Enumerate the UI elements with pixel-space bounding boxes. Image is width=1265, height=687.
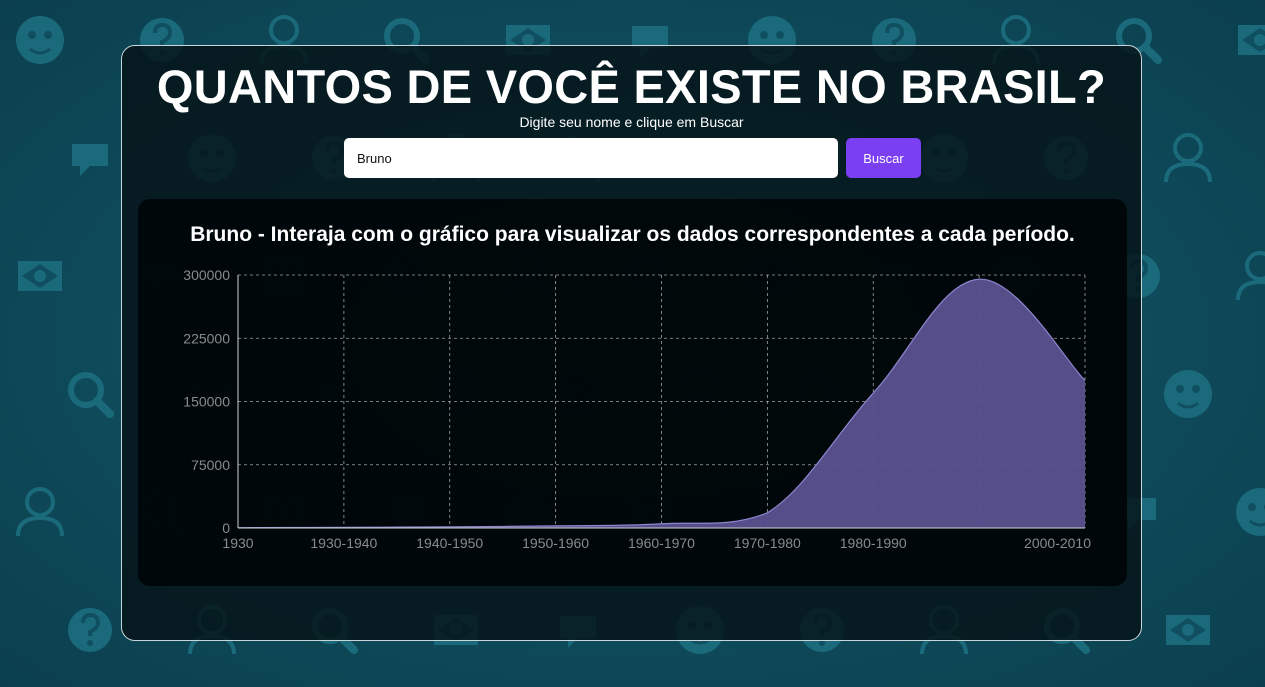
main-card: QUANTOS DE VOCÊ EXISTE NO BRASIL? Digite… [121, 45, 1142, 641]
face-icon [16, 16, 64, 64]
question-icon [68, 608, 112, 652]
x-tick-label: 1980-1990 [840, 535, 907, 551]
x-tick-label: 1970-1980 [734, 535, 801, 551]
face-icon [1236, 488, 1265, 536]
x-tick-label: 2000-2010 [1024, 535, 1091, 551]
y-tick-label: 300000 [183, 267, 230, 283]
y-tick-label: 75000 [191, 457, 230, 473]
x-tick-label: 1940-1950 [416, 535, 483, 551]
chart-panel: Bruno - Interaja com o gráfico para visu… [138, 199, 1127, 586]
chat-icon [72, 144, 108, 176]
x-tick-label: 1930 [222, 535, 253, 551]
person-icon [1236, 251, 1265, 301]
name-search-input[interactable] [344, 138, 838, 178]
flag-icon [1166, 615, 1210, 645]
y-tick-label: 0 [222, 520, 230, 536]
x-tick-label: 1930-1940 [310, 535, 377, 551]
y-tick-label: 150000 [183, 394, 230, 410]
page-title: QUANTOS DE VOCÊ EXISTE NO BRASIL? [156, 60, 1107, 113]
person-icon [1164, 133, 1212, 183]
y-tick-label: 225000 [183, 330, 230, 346]
page-subtitle: Digite seu nome e clique em Buscar [519, 114, 744, 130]
search-icon [68, 372, 114, 418]
x-tick-label: 1950-1960 [522, 535, 589, 551]
person-icon [16, 487, 64, 537]
search-button[interactable]: Buscar [846, 138, 921, 178]
flag-icon [18, 261, 62, 291]
face-icon [1164, 370, 1212, 418]
area-chart[interactable]: 0 75000 150000 225000 300000 1930 1930-1940 194… [138, 199, 1127, 586]
x-tick-label: 1960-1970 [628, 535, 695, 551]
flag-icon [1238, 25, 1265, 55]
